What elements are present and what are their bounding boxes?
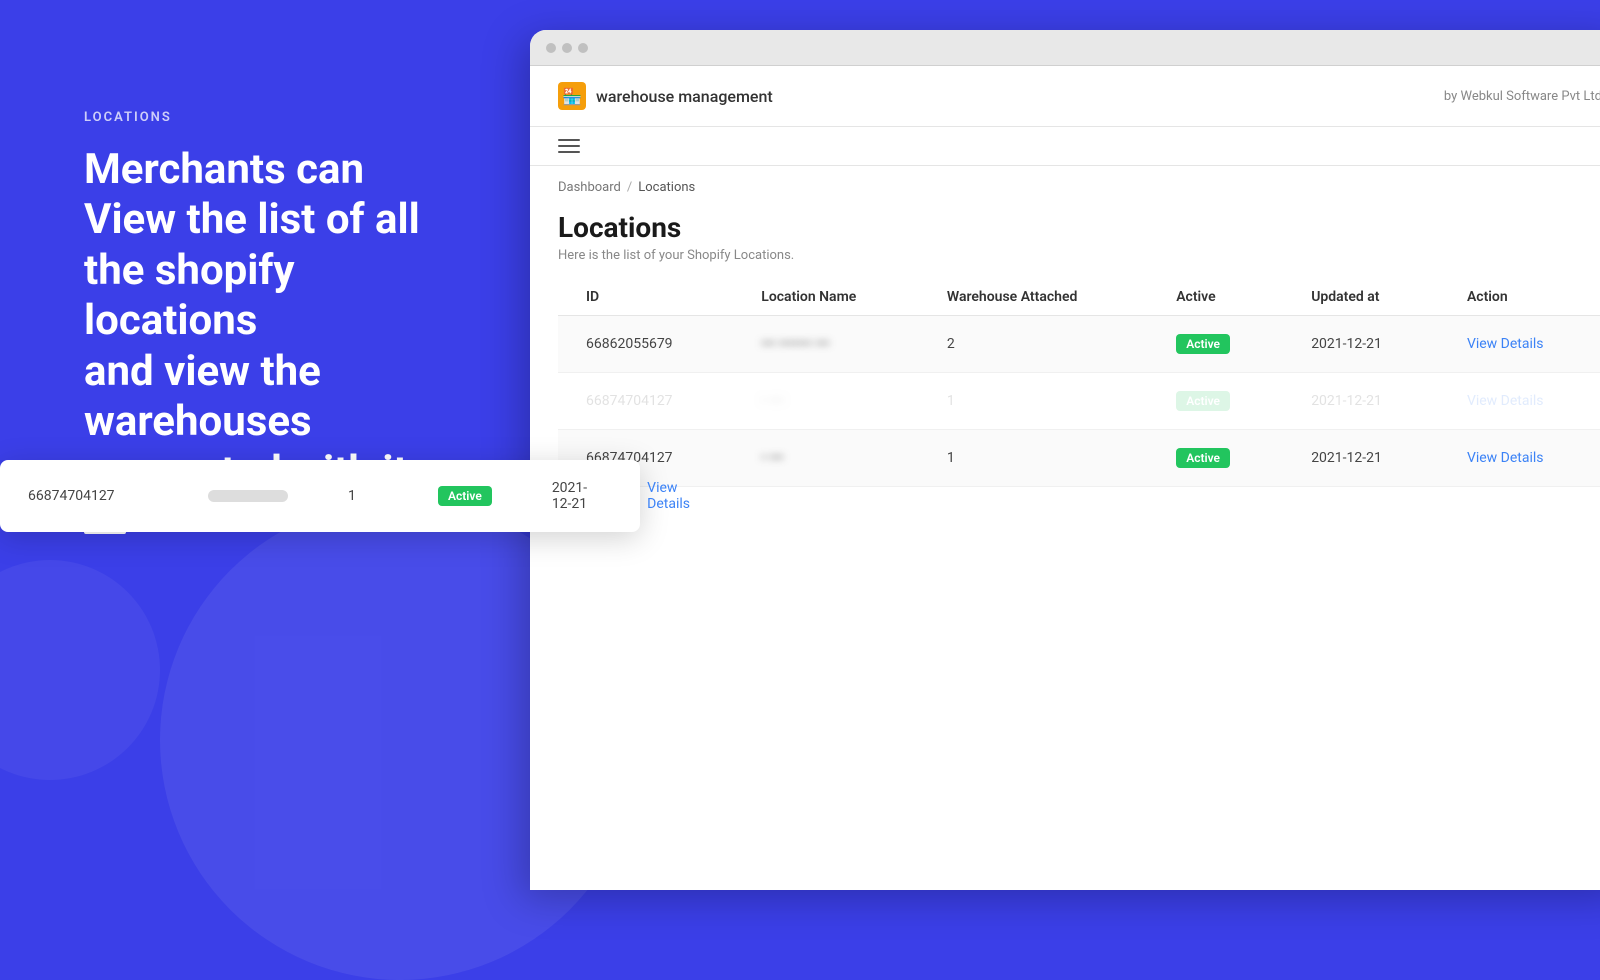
cell-active: Active [1148, 373, 1283, 430]
browser-dot-yellow [562, 43, 572, 53]
breadcrumb-current: Locations [638, 180, 695, 195]
hamburger-line3 [558, 151, 580, 153]
cell-location-name: • ••• [733, 373, 919, 430]
cell-active: Active [1148, 316, 1283, 373]
cell-action[interactable]: View Details [1439, 430, 1600, 487]
page-subtitle: Here is the list of your Shopify Locatio… [558, 248, 1600, 263]
cell-id: 66862055679 [558, 316, 733, 373]
col-id: ID [558, 279, 733, 316]
hamburger-line2 [558, 145, 580, 147]
floating-row-status: Active [438, 486, 492, 506]
floating-row-id: 66874704127 [28, 488, 148, 504]
floating-table-row: 66874704127 1 Active 2021-12-21 View Det… [0, 460, 640, 532]
cell-active: Active [1148, 430, 1283, 487]
view-details-link[interactable]: View Details [1467, 393, 1544, 409]
app-logo-text: warehouse management [596, 87, 773, 106]
cell-id: 66874704127 [558, 373, 733, 430]
floating-row-warehouse: 1 [348, 488, 378, 504]
floating-view-details-link[interactable]: View Details [647, 480, 690, 512]
status-badge: Active [438, 486, 492, 506]
section-heading: Merchants can View the list of all the s… [84, 145, 464, 498]
col-action: Action [1439, 279, 1600, 316]
app-nav [530, 127, 1600, 166]
col-updated-at: Updated at [1283, 279, 1439, 316]
table-row: 66874704127 • ••• 1 Active 2021-12-21 Vi… [558, 430, 1600, 487]
table-body: 66862055679 ••• ••••••• ••• 2 Active 202… [558, 316, 1600, 487]
logo-icon: 🏪 [558, 82, 586, 110]
page-title: Locations [558, 211, 1600, 244]
heading-line5: warehouses [84, 397, 312, 446]
page-section: Locations Here is the list of your Shopi… [530, 195, 1600, 487]
browser-dot-red [546, 43, 556, 53]
heading-line2: View the list of all [84, 195, 420, 244]
table-row: 66874704127 • ••• 1 Active 2021-12-21 Vi… [558, 373, 1600, 430]
app-header: 🏪 warehouse management by Webkul Softwar… [530, 66, 1600, 127]
col-warehouse-attached: Warehouse Attached [919, 279, 1148, 316]
status-badge: Active [1176, 334, 1230, 354]
status-badge: Active [1176, 448, 1230, 468]
floating-row-location [208, 490, 288, 502]
section-label: LOCATIONS [84, 110, 464, 125]
cell-location-name: ••• ••••••• ••• [733, 316, 919, 373]
table-row: 66862055679 ••• ••••••• ••• 2 Active 202… [558, 316, 1600, 373]
cell-updated-at: 2021-12-21 [1283, 373, 1439, 430]
view-details-link[interactable]: View Details [1467, 336, 1544, 352]
app-header-right: by Webkul Software Pvt Ltd [1444, 89, 1600, 104]
cell-updated-at: 2021-12-21 [1283, 316, 1439, 373]
app-logo: 🏪 warehouse management [558, 82, 773, 110]
breadcrumb-separator: / [627, 180, 632, 195]
decorative-circle-small [0, 560, 160, 780]
col-active: Active [1148, 279, 1283, 316]
cell-warehouse-attached: 1 [919, 373, 1148, 430]
cell-warehouse-attached: 1 [919, 430, 1148, 487]
col-location-name: Location Name [733, 279, 919, 316]
browser-dot-green [578, 43, 588, 53]
heading-line1: Merchants can [84, 145, 364, 194]
cell-location-name: • ••• [733, 430, 919, 487]
hamburger-line1 [558, 139, 580, 141]
browser-container: 🏪 warehouse management by Webkul Softwar… [530, 30, 1600, 890]
cell-warehouse-attached: 2 [919, 316, 1148, 373]
cell-updated-at: 2021-12-21 [1283, 430, 1439, 487]
table-header: ID Location Name Warehouse Attached Acti… [558, 279, 1600, 316]
browser-chrome [530, 30, 1600, 66]
cell-action[interactable]: View Details [1439, 373, 1600, 430]
breadcrumb: Dashboard / Locations [530, 166, 1600, 195]
status-badge: Active [1176, 391, 1230, 411]
app-wrapper: 🏪 warehouse management by Webkul Softwar… [530, 66, 1600, 890]
hamburger-menu[interactable] [558, 139, 580, 153]
view-details-link[interactable]: View Details [1467, 450, 1544, 466]
breadcrumb-home[interactable]: Dashboard [558, 180, 621, 195]
heading-line4: and view the [84, 347, 321, 396]
heading-line3: the shopify locations [84, 246, 295, 345]
locations-table: ID Location Name Warehouse Attached Acti… [558, 279, 1600, 487]
floating-row-date: 2021-12-21 [552, 480, 587, 512]
cell-action[interactable]: View Details [1439, 316, 1600, 373]
